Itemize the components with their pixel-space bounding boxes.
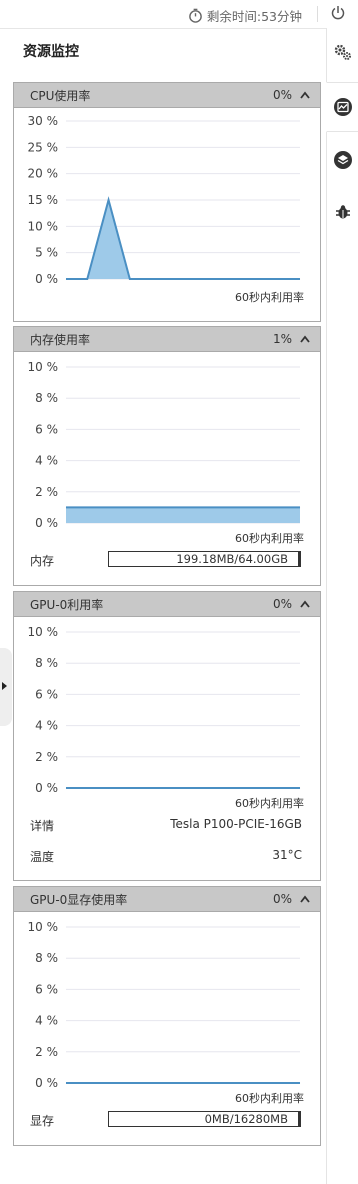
y-tick-label: 6 %	[35, 422, 58, 436]
y-tick-label: 0 %	[35, 781, 58, 795]
area-fill	[66, 507, 300, 523]
area-fill	[66, 200, 300, 279]
y-tick-label: 0 %	[35, 516, 58, 530]
y-tick-label: 30 %	[28, 114, 59, 128]
memory-panel: 内存使用率 1% 10 % 8 % 6 % 4 % 2 % 0 % 60秒内利用率 内存 …	[13, 326, 321, 586]
y-tick-label: 2 %	[35, 1045, 58, 1059]
chart-svg: 10 % 8 % 6 % 4 % 2 % 0 %	[28, 920, 301, 1090]
y-tick-label: 2 %	[35, 485, 58, 499]
chart-note: 60秒内利用率	[235, 797, 304, 810]
top-bar: 剩余时间:53分钟	[0, 0, 358, 29]
panel-title: 内存使用率	[30, 332, 91, 347]
power-icon[interactable]	[330, 5, 346, 21]
right-rail	[326, 28, 358, 1184]
gpu-memory-label: 显存	[30, 1114, 55, 1128]
memory-panel-header[interactable]: 内存使用率 1%	[14, 327, 320, 352]
chevron-up-icon[interactable]	[300, 335, 310, 343]
temperature-label: 温度	[30, 850, 55, 864]
gpu-memory-chart: 10 % 8 % 6 % 4 % 2 % 0 %	[14, 911, 320, 1091]
y-tick-label: 25 %	[28, 140, 59, 154]
panel-title: GPU-0利用率	[30, 597, 104, 612]
y-tick-label: 10 %	[28, 219, 59, 233]
layers-tab[interactable]	[327, 136, 358, 184]
chart-svg: 10 % 8 % 6 % 4 % 2 % 0 %	[28, 625, 301, 795]
usage-percent: 0%	[272, 892, 292, 906]
y-tick-label: 0 %	[35, 272, 58, 286]
y-tick-label: 5 %	[35, 246, 58, 260]
chart-note: 60秒内利用率	[235, 291, 304, 304]
usage-percent: 0%	[272, 597, 292, 611]
panel-title: CPU使用率	[30, 88, 91, 103]
settings-tab[interactable]	[327, 28, 358, 76]
bug-icon	[335, 205, 350, 219]
gpu-panel-header[interactable]: GPU-0利用率 0%	[14, 592, 320, 617]
remaining-time: 剩余时间:53分钟	[188, 6, 302, 25]
y-tick-label: 4 %	[35, 1014, 58, 1028]
layers-icon	[333, 151, 352, 169]
y-tick-label: 6 %	[35, 982, 58, 996]
cpu-panel: CPU使用率 0% 30 % 25 % 20 % 15 % 10 % 5 % 0 % 60秒…	[13, 82, 321, 322]
stopwatch-icon	[189, 8, 202, 23]
y-tick-label: 4 %	[35, 454, 58, 468]
memory-usage-bar: 199.18MB/64.00GB	[108, 551, 301, 567]
gpu-chart: 10 % 8 % 6 % 4 % 2 % 0 %	[14, 616, 320, 796]
chevron-up-icon[interactable]	[300, 895, 310, 903]
remaining-time-text: 剩余时间:53分钟	[206, 9, 302, 24]
gpu-memory-panel-header[interactable]: GPU-0显存使用率 0%	[14, 887, 320, 912]
y-tick-label: 10 %	[28, 625, 59, 639]
gears-icon	[334, 44, 351, 60]
page-title: 资源监控	[23, 44, 79, 60]
detail-label: 详情	[30, 819, 55, 833]
gpu-panel: GPU-0利用率 0% 10 % 8 % 6 % 4 % 2 % 0 % 60秒内利用率 …	[13, 591, 321, 881]
debug-tab[interactable]	[327, 188, 358, 236]
memory-chart: 10 % 8 % 6 % 4 % 2 % 0 %	[14, 351, 320, 531]
y-tick-label: 6 %	[35, 687, 58, 701]
y-tick-label: 0 %	[35, 1076, 58, 1090]
expand-handle[interactable]	[0, 648, 12, 726]
cpu-panel-header[interactable]: CPU使用率 0%	[14, 83, 320, 108]
y-tick-label: 15 %	[28, 193, 59, 207]
chart-svg: 30 % 25 % 20 % 15 % 10 % 5 % 0 %	[28, 114, 301, 286]
usage-percent: 0%	[272, 88, 292, 102]
gpu-memory-panel: GPU-0显存使用率 0% 10 % 8 % 6 % 4 % 2 % 0 % 60秒内利用…	[13, 886, 321, 1146]
y-tick-label: 10 %	[28, 920, 59, 934]
y-tick-label: 8 %	[35, 391, 58, 405]
chart-svg: 10 % 8 % 6 % 4 % 2 % 0 %	[28, 360, 301, 530]
cpu-chart: 30 % 25 % 20 % 15 % 10 % 5 % 0 %	[14, 107, 320, 293]
gpu-memory-usage-bar: 0MB/16280MB	[108, 1111, 301, 1127]
chart-note: 60秒内利用率	[235, 532, 304, 545]
panel-title: GPU-0显存使用率	[30, 892, 128, 907]
gpu-model: Tesla P100-PCIE-16GB	[170, 817, 302, 831]
y-tick-label: 8 %	[35, 951, 58, 965]
chevron-up-icon[interactable]	[300, 91, 310, 99]
monitor-tab[interactable]	[326, 82, 358, 132]
y-tick-label: 8 %	[35, 656, 58, 670]
y-tick-label: 2 %	[35, 750, 58, 764]
temperature-value: 31°C	[272, 848, 302, 862]
y-tick-label: 4 %	[35, 719, 58, 733]
caret-right-icon	[2, 682, 7, 690]
usage-percent: 1%	[272, 332, 292, 346]
monitor-chart-icon	[334, 98, 352, 116]
chart-note: 60秒内利用率	[235, 1092, 304, 1105]
divider	[317, 6, 318, 22]
chevron-up-icon[interactable]	[300, 600, 310, 608]
memory-label: 内存	[30, 554, 55, 568]
y-tick-label: 20 %	[28, 167, 59, 181]
y-tick-label: 10 %	[28, 360, 59, 374]
